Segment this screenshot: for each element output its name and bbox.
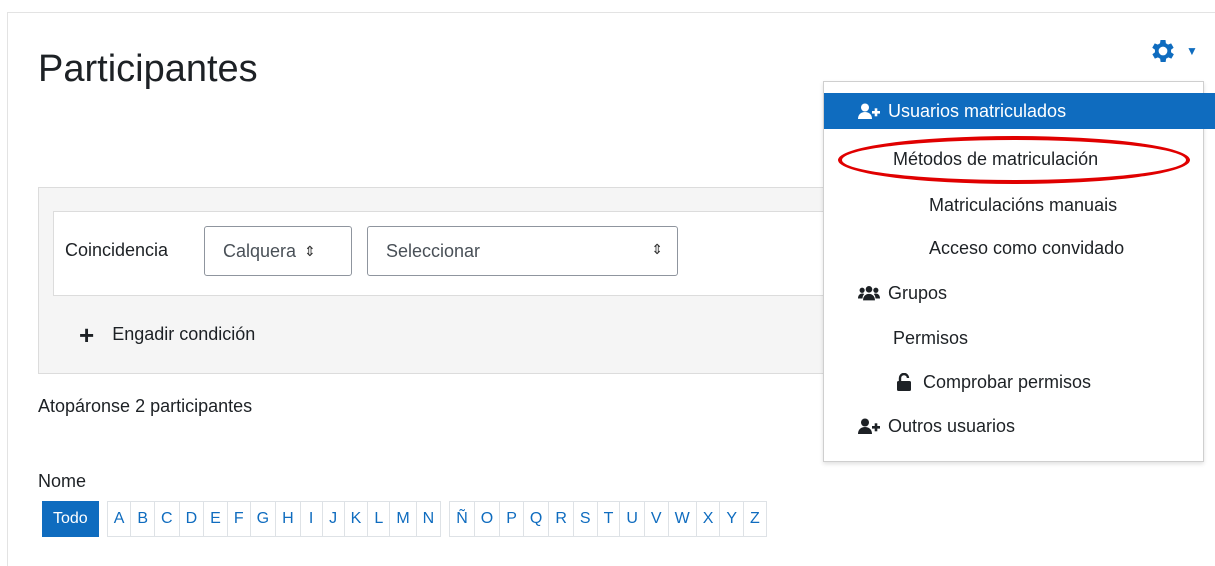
initial-letter[interactable]: Y [719, 501, 745, 537]
menu-item-label: Métodos de matriculación [893, 148, 1099, 169]
menu-item-label: Comprobar permisos [923, 371, 1092, 392]
initial-letter[interactable]: J [321, 501, 345, 537]
menu-item-label: Acceso como convidado [929, 237, 1125, 258]
menu-item-label: Outros usuarios [888, 415, 1016, 436]
initial-letter[interactable]: L [367, 501, 391, 537]
filter-row: Coincidencia Calquera ⇕ Seleccionar ⇕ [53, 211, 869, 296]
initial-letter[interactable]: V [643, 501, 669, 537]
menu-item-label: Matriculacións manuais [929, 194, 1118, 215]
user-plus-icon [858, 103, 880, 119]
chevron-down-icon: ▼ [1186, 44, 1198, 58]
menu-item-enrolled-users[interactable]: Usuarios matriculados [824, 93, 1215, 129]
plus-icon: + [79, 319, 95, 350]
initial-letter[interactable]: E [203, 501, 228, 537]
unlock-icon [893, 373, 915, 391]
participants-count: Atopáronse 2 participantes [38, 396, 253, 416]
filter-panel: Coincidencia Calquera ⇕ Seleccionar ⇕ + … [38, 187, 869, 374]
initial-letter[interactable]: I [299, 501, 323, 537]
initial-letter[interactable]: F [226, 501, 251, 537]
gear-icon [1152, 40, 1174, 62]
actions-menu-toggle[interactable]: ▼ [1148, 36, 1198, 66]
initial-letter[interactable]: H [275, 501, 301, 537]
add-condition-label: Engadir condición [112, 324, 256, 344]
users-icon [858, 285, 880, 301]
menu-item-label: Permisos [893, 327, 969, 348]
match-label: Coincidencia [65, 240, 169, 260]
initial-letter[interactable]: Q [522, 501, 550, 537]
initials-label: Nome [38, 471, 87, 491]
menu-item-enrolment-methods[interactable]: Métodos de matriculación [824, 141, 1215, 177]
initial-all[interactable]: Todo [42, 501, 99, 537]
initial-letter[interactable]: K [343, 501, 369, 537]
sort-caret-icon: ⇕ [304, 242, 316, 259]
actions-dropdown-menu: Usuarios matriculados Métodos de matricu… [823, 81, 1215, 462]
initial-letter[interactable]: D [178, 501, 205, 537]
initial-letter[interactable]: N [415, 501, 442, 537]
initial-letter[interactable]: A [106, 501, 132, 537]
initial-letter[interactable]: X [695, 501, 721, 537]
menu-item-guest-access[interactable]: Acceso como convidado [824, 230, 1215, 266]
initial-letter[interactable]: Ñ [449, 501, 475, 537]
initial-letter[interactable]: P [499, 501, 524, 537]
page-title: Participantes [38, 48, 258, 90]
sort-caret-icon: ⇕ [651, 241, 663, 257]
initial-letter[interactable]: M [389, 501, 417, 537]
initials-bar: Todo ABCDEFGHIJKLMNÑOPQRSTUVWXYZ [42, 501, 767, 537]
menu-item-check-permissions[interactable]: Comprobar permisos [824, 364, 1215, 400]
menu-item-permissions[interactable]: Permisos [824, 320, 1215, 356]
menu-item-other-users[interactable]: Outros usuarios [824, 408, 1215, 444]
initial-letter[interactable]: T [596, 501, 621, 537]
initial-letter[interactable]: R [548, 501, 574, 537]
initial-letter[interactable]: Z [743, 501, 767, 537]
value-select[interactable]: Seleccionar ⇕ [367, 226, 678, 276]
initial-letter[interactable]: G [249, 501, 277, 537]
match-select-value: Calquera [223, 240, 297, 261]
menu-item-label: Grupos [888, 282, 948, 303]
value-select-value: Seleccionar [386, 240, 481, 261]
match-select[interactable]: Calquera ⇕ [204, 226, 352, 276]
initial-letter[interactable]: U [619, 501, 645, 537]
initial-letter[interactable]: C [154, 501, 180, 537]
initial-letter[interactable]: O [473, 501, 501, 537]
initial-letter[interactable]: W [667, 501, 697, 537]
menu-item-groups[interactable]: Grupos [824, 275, 1215, 311]
add-condition-button[interactable]: + Engadir condición [79, 319, 256, 350]
menu-item-manual-enrolments[interactable]: Matriculacións manuais [824, 187, 1215, 223]
user-plus-icon [858, 418, 880, 434]
menu-item-label: Usuarios matriculados [888, 100, 1067, 121]
initial-letter[interactable]: B [130, 501, 156, 537]
initial-letter[interactable]: S [572, 501, 598, 537]
